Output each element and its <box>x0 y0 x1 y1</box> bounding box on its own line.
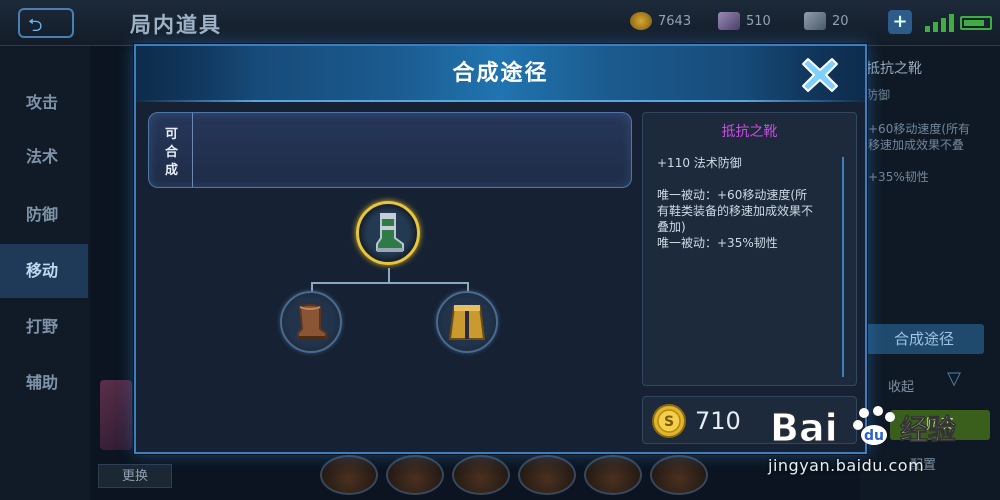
baidu-jingyan-logo: Bai du 经验 <box>770 395 970 455</box>
boots-of-resistance-item[interactable] <box>356 201 420 265</box>
golden-cloak-icon <box>448 305 486 340</box>
top-bar: ⮌ 局内道具 7643 510 20 + <box>0 0 1000 46</box>
gold-counter: 7643 <box>630 12 691 30</box>
description-line: 有鞋类装备的移速加成效果不 <box>657 204 814 218</box>
modal-title: 合成途径 <box>452 61 549 86</box>
equipment-slot[interactable] <box>320 455 378 495</box>
svg-text:S: S <box>664 414 674 430</box>
detail-line: +35%韧性 <box>868 170 929 184</box>
equipment-slot[interactable] <box>518 455 576 495</box>
sidebar-item-movement[interactable]: 移动 <box>0 244 88 298</box>
sidebar-item-jungle[interactable]: 打野 <box>0 300 88 354</box>
description-line: +110 法术防御 <box>657 156 742 170</box>
description-title: 抵抗之靴 <box>721 124 778 140</box>
golden-cloak-item[interactable] <box>436 291 498 353</box>
coupon-icon <box>804 12 826 30</box>
sidebar-item-attack[interactable]: 攻击 <box>0 76 88 130</box>
gold-value: 7643 <box>658 13 692 29</box>
diamond-icon <box>718 12 740 30</box>
signal-icon <box>925 14 954 32</box>
item-description-panel: 抵抗之靴 +110 法术防御 唯一被动：+60移动速度(所 有鞋类装备的移速加成… <box>642 112 857 386</box>
scrollbar[interactable] <box>842 157 844 377</box>
svg-text:Bai: Bai <box>770 406 838 450</box>
hero-portrait[interactable] <box>100 380 132 450</box>
recharge-button[interactable]: + <box>888 10 912 34</box>
svg-text:du: du <box>864 428 884 444</box>
sidebar-item-support[interactable]: 辅助 <box>0 356 88 410</box>
compose-tree <box>136 196 636 366</box>
gold-coin-icon <box>630 12 652 30</box>
equipment-slot[interactable] <box>452 455 510 495</box>
change-button[interactable]: 更换 <box>98 464 172 488</box>
equipment-slot[interactable] <box>386 455 444 495</box>
category-sidebar: 攻击 法术 防御 移动 打野 辅助 <box>0 46 90 500</box>
diamond-counter: 510 <box>718 12 771 30</box>
compose-path-modal: 合成途径 可 合 成 抵抗之靴 +110 法术防御 唯一被动：+60移动速度(所… <box>134 44 867 454</box>
compose-path-button[interactable]: 合成途径 <box>864 324 984 354</box>
gold-coin-icon: S <box>652 404 686 438</box>
diamond-value: 510 <box>746 13 771 29</box>
detail-line: 移速加成效果不叠 <box>868 138 965 152</box>
leather-boots-icon <box>297 304 327 340</box>
price-value: 710 <box>695 407 741 435</box>
collapse-button[interactable]: 收起 <box>888 376 914 395</box>
svg-text:经验: 经验 <box>900 413 956 446</box>
detail-item-name: 抵抗之靴 <box>866 61 922 77</box>
boots-of-resistance-icon <box>376 213 404 252</box>
description-line: 叠加) <box>657 220 686 234</box>
craftable-label: 可 合 成 <box>149 113 193 187</box>
page-title: 局内道具 <box>130 13 222 37</box>
equipment-slot[interactable] <box>650 455 708 495</box>
description-line: 唯一被动：+35%韧性 <box>657 236 778 250</box>
back-arrow-icon: ⮌ <box>28 15 43 36</box>
detail-item-type: 防御 <box>866 88 891 102</box>
equipment-slot[interactable] <box>584 455 642 495</box>
leather-boots-item[interactable] <box>280 291 342 353</box>
chevron-down-icon[interactable]: ▽ <box>936 368 972 392</box>
battery-icon <box>960 16 992 30</box>
baidu-paw-icon: Bai du 经验 <box>770 406 957 451</box>
coupon-value: 20 <box>832 13 849 29</box>
close-button[interactable] <box>800 55 840 95</box>
back-button[interactable]: ⮌ <box>18 8 74 38</box>
description-line: 唯一被动：+60移动速度(所 <box>657 188 808 202</box>
sidebar-item-defense[interactable]: 防御 <box>0 188 88 242</box>
modal-header: 合成途径 <box>136 46 865 102</box>
watermark-url: jingyan.baidu.com <box>768 456 925 475</box>
close-icon <box>802 58 838 92</box>
coupon-counter: 20 <box>804 12 849 30</box>
sidebar-item-magic[interactable]: 法术 <box>0 130 88 184</box>
craftable-items-box: 可 合 成 <box>148 112 632 188</box>
